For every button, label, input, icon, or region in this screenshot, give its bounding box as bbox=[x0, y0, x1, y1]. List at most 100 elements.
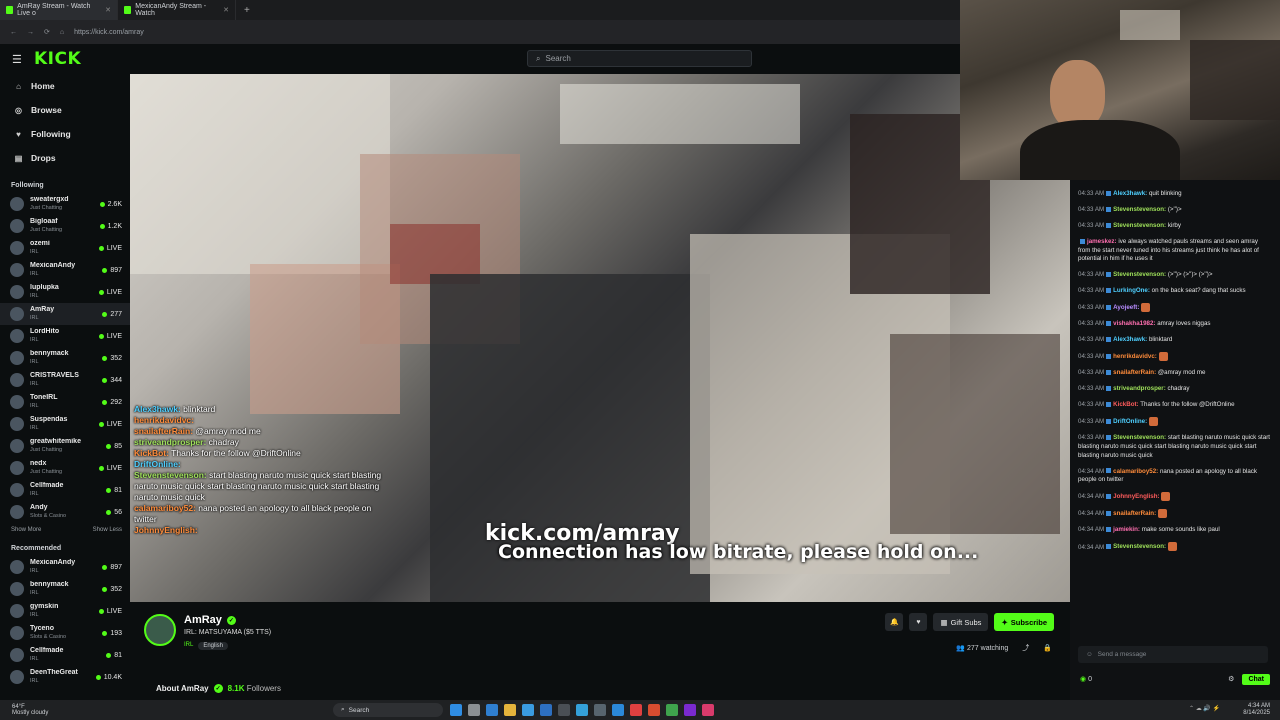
app-icon[interactable] bbox=[540, 704, 552, 716]
chat-username[interactable]: KickBot: bbox=[1113, 401, 1138, 408]
nav-browse[interactable]: ◎ Browse bbox=[0, 98, 130, 122]
app-icon[interactable] bbox=[558, 704, 570, 716]
chat-username[interactable]: Stevenstevenson: bbox=[1113, 222, 1166, 229]
language-tag[interactable]: English bbox=[198, 642, 229, 650]
app-icon[interactable] bbox=[594, 704, 606, 716]
clock[interactable]: 4:34 AM 8/14/2025 bbox=[1243, 703, 1270, 717]
chat-username[interactable]: Stevenstevenson: bbox=[1113, 206, 1166, 213]
following-channel[interactable]: ozemi IRL LIVE bbox=[0, 237, 130, 259]
chat-message[interactable]: 04:33 AM Stevenstevenson: (>'')> (>'')> (… bbox=[1070, 271, 1280, 280]
chat-username[interactable]: JohnnyEnglish: bbox=[1113, 493, 1159, 500]
chat-message[interactable]: jameskez: ive always watched pauls strea… bbox=[1070, 238, 1280, 264]
heart-icon[interactable]: ♥ bbox=[909, 613, 928, 631]
system-tray[interactable]: ⌃ ☁ 🔊 ⚡ bbox=[1189, 705, 1220, 712]
chat-message[interactable]: 04:33 AM Ayojeeft: bbox=[1070, 303, 1280, 313]
app-icon[interactable] bbox=[486, 704, 498, 716]
chat-username[interactable]: vishakha1982: bbox=[1113, 320, 1155, 327]
app-icon[interactable] bbox=[522, 704, 534, 716]
following-channel[interactable]: ToneIRL IRL 292 bbox=[0, 391, 130, 413]
chat-message[interactable]: 04:33 AM striveandprosper: chadray bbox=[1070, 385, 1280, 394]
chat-username[interactable]: striveandprosper: bbox=[1113, 385, 1166, 392]
browser-tab-amray[interactable]: AmRay Stream - Watch Live o ✕ bbox=[0, 0, 118, 20]
following-channel[interactable]: Cellfmade IRL 81 bbox=[0, 479, 130, 501]
following-channel[interactable]: Suspendas IRL LIVE bbox=[0, 413, 130, 435]
lock-icon[interactable]: 🔒 bbox=[1043, 644, 1052, 652]
back-icon[interactable]: ← bbox=[10, 29, 17, 36]
app-icon[interactable] bbox=[684, 704, 696, 716]
chat-message[interactable]: 04:33 AM Stevenstevenson: kirby bbox=[1070, 222, 1280, 231]
following-channel[interactable]: LordHito IRL LIVE bbox=[0, 325, 130, 347]
chat-username[interactable]: Alex3hawk: bbox=[1113, 190, 1147, 197]
recommended-channel[interactable]: gymskin IRL LIVE bbox=[0, 600, 130, 622]
chat-username[interactable]: Stevenstevenson: bbox=[1113, 271, 1166, 278]
chat-username[interactable]: Ayojeeft: bbox=[1113, 304, 1139, 311]
following-channel[interactable]: greatwhitemike Just Chatting 85 bbox=[0, 435, 130, 457]
chat-message[interactable]: 04:33 AM snailafterRain: @amray mod me bbox=[1070, 369, 1280, 378]
chat-username[interactable]: jameskez: bbox=[1087, 238, 1117, 245]
app-icon[interactable] bbox=[630, 704, 642, 716]
app-icon[interactable] bbox=[648, 704, 660, 716]
app-icon[interactable] bbox=[666, 704, 678, 716]
streamer-name[interactable]: AmRay bbox=[184, 614, 222, 626]
category-link[interactable]: IRL bbox=[184, 642, 193, 650]
bell-icon[interactable]: 🔔 bbox=[885, 613, 904, 631]
chat-message[interactable]: 04:34 AM calamariboy52: nana posted an ap… bbox=[1070, 468, 1280, 485]
chat-message[interactable]: 04:34 AM jamiekin: make some sounds like … bbox=[1070, 526, 1280, 535]
recommended-channel[interactable]: bennymack IRL 352 bbox=[0, 578, 130, 600]
following-channel[interactable]: bennymack IRL 352 bbox=[0, 347, 130, 369]
new-tab-button[interactable]: + bbox=[236, 5, 258, 16]
app-icon[interactable] bbox=[468, 704, 480, 716]
following-channel[interactable]: nedx Just Chatting LIVE bbox=[0, 457, 130, 479]
chat-message[interactable]: 04:34 AM snailafterRain: bbox=[1070, 509, 1280, 519]
app-icon[interactable] bbox=[576, 704, 588, 716]
following-channel[interactable]: AmRay IRL 277 bbox=[0, 303, 130, 325]
recommended-channel[interactable]: DeenTheGreat IRL 10.4K bbox=[0, 666, 130, 688]
chat-username[interactable]: LurkingOne: bbox=[1113, 287, 1150, 294]
settings-icon[interactable]: ⚙ bbox=[1228, 675, 1234, 683]
chat-username[interactable]: DriftOnline: bbox=[1113, 418, 1147, 425]
subscribe-button[interactable]: ✦ Subscribe bbox=[994, 613, 1054, 631]
chat-username[interactable]: snailafterRain: bbox=[1113, 510, 1156, 517]
url-field[interactable]: https://kick.com/amray bbox=[74, 29, 950, 36]
chat-username[interactable]: snailafterRain: bbox=[1113, 369, 1156, 376]
emoji-icon[interactable]: ☺ bbox=[1086, 651, 1093, 658]
chat-username[interactable]: henrikdavidvc: bbox=[1113, 353, 1157, 360]
search-input[interactable]: ⌕ Search bbox=[527, 50, 752, 67]
following-channel[interactable]: Bigloaaf Just Chatting 1.2K bbox=[0, 215, 130, 237]
chat-message[interactable]: 04:33 AM vishakha1982: amray loves niggas bbox=[1070, 320, 1280, 329]
nav-drops[interactable]: ▤ Drops bbox=[0, 146, 130, 170]
menu-icon[interactable]: ☰ bbox=[12, 53, 30, 66]
streamer-avatar[interactable] bbox=[144, 614, 176, 646]
chat-message[interactable]: 04:33 AM Alex3hawk: quit blinking bbox=[1070, 190, 1280, 199]
chat-message[interactable]: 04:33 AM LurkingOne: on the back seat? da… bbox=[1070, 287, 1280, 296]
following-channel[interactable]: Andy Slots & Casino 56 bbox=[0, 501, 130, 523]
gift-subs-button[interactable]: ▦ Gift Subs bbox=[933, 613, 989, 631]
following-channel[interactable]: luplupka IRL LIVE bbox=[0, 281, 130, 303]
chat-message[interactable]: 04:33 AM henrikdavidvc: bbox=[1070, 352, 1280, 362]
close-icon[interactable]: ✕ bbox=[105, 6, 111, 14]
taskbar-search[interactable]: ⌕ Search bbox=[333, 703, 443, 717]
following-channel[interactable]: CRISTRAVELS IRL 344 bbox=[0, 369, 130, 391]
reload-icon[interactable]: ⟳ bbox=[44, 28, 50, 36]
start-icon[interactable] bbox=[450, 704, 462, 716]
kick-logo[interactable]: KICK bbox=[34, 49, 81, 69]
app-icon[interactable] bbox=[504, 704, 516, 716]
close-icon[interactable]: ✕ bbox=[223, 6, 229, 14]
app-icon[interactable] bbox=[612, 704, 624, 716]
forward-icon[interactable]: → bbox=[27, 29, 34, 36]
following-channel[interactable]: MexicanAndy IRL 897 bbox=[0, 259, 130, 281]
recommended-channel[interactable]: Tyceno Slots & Casino 193 bbox=[0, 622, 130, 644]
show-more-button[interactable]: Show More bbox=[11, 527, 41, 533]
nav-home[interactable]: ⌂ Home bbox=[0, 74, 130, 98]
chat-username[interactable]: Stevenstevenson: bbox=[1113, 544, 1166, 551]
show-less-button[interactable]: Show Less bbox=[93, 527, 122, 533]
chat-send-button[interactable]: Chat bbox=[1242, 673, 1270, 685]
points-icon[interactable]: ◉ bbox=[1080, 675, 1086, 683]
following-channel[interactable]: sweatergxd Just Chatting 2.6K bbox=[0, 193, 130, 215]
chat-message[interactable]: 04:33 AM Stevenstevenson: (>'')> bbox=[1070, 206, 1280, 215]
chat-message[interactable]: 04:33 AM DriftOnline: bbox=[1070, 417, 1280, 427]
recommended-channel[interactable]: Cellfmade IRL 81 bbox=[0, 644, 130, 666]
recommended-channel[interactable]: MexicanAndy IRL 897 bbox=[0, 556, 130, 578]
chat-message[interactable]: 04:34 AM JohnnyEnglish: bbox=[1070, 492, 1280, 502]
chat-input[interactable]: ☺ Send a message bbox=[1078, 646, 1268, 663]
